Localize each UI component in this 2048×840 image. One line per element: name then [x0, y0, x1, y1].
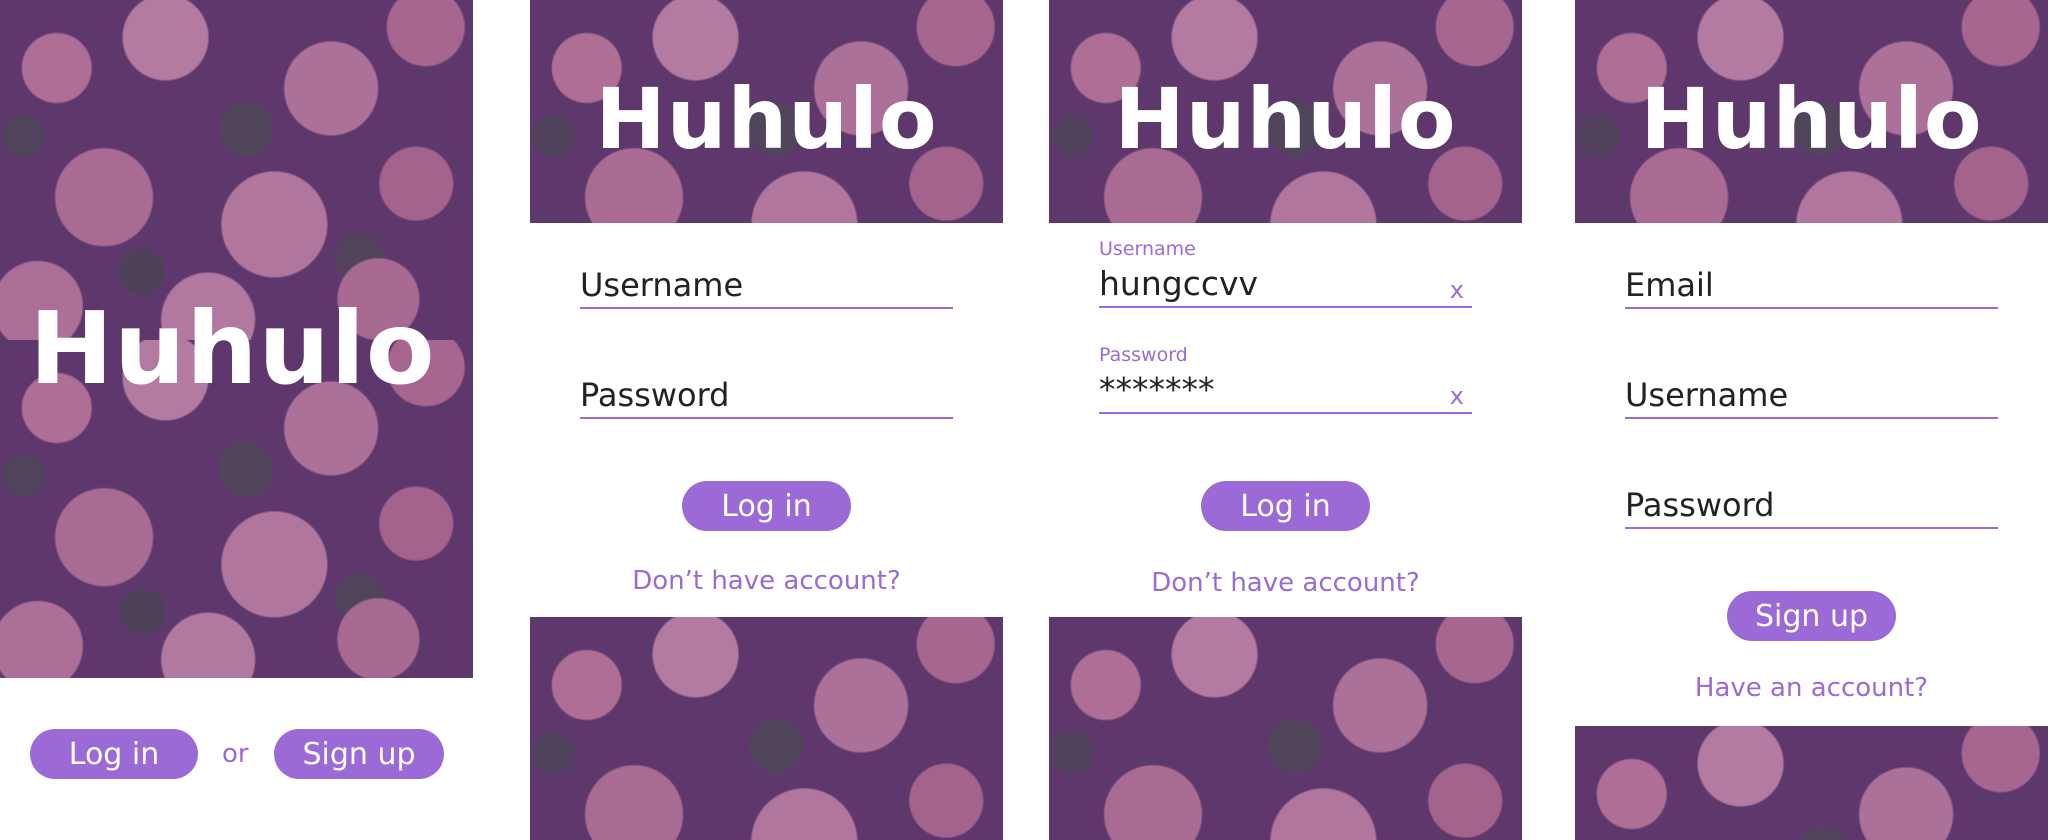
username-placeholder: Username [580, 266, 744, 304]
login-button[interactable]: Log in [1201, 481, 1370, 531]
login-button[interactable]: Log in [682, 481, 851, 531]
password-field[interactable]: Password [580, 375, 953, 419]
login-screen-filled: Huhulo Username hungccvv x Password ****… [1049, 0, 1522, 840]
password-label: Password [1099, 344, 1188, 366]
username-field[interactable]: Username [1625, 375, 1998, 419]
username-field[interactable]: Username hungccvv x [1099, 238, 1472, 308]
footer-background-image [1575, 726, 2048, 840]
password-field[interactable]: Password ******* x [1099, 344, 1472, 414]
app-logo: Huhulo [1114, 70, 1457, 168]
login-screen-empty: Huhulo Username Password Log in Don’t ha… [530, 0, 1003, 840]
no-account-link[interactable]: Don’t have account? [530, 566, 1003, 596]
login-button[interactable]: Log in [30, 729, 198, 779]
email-placeholder: Email [1625, 266, 1714, 304]
email-field[interactable]: Email [1625, 265, 1998, 309]
footer-background-image [530, 617, 1003, 840]
no-account-link[interactable]: Don’t have account? [1049, 568, 1522, 598]
password-value: ******* [1099, 370, 1215, 409]
app-logo: Huhulo [29, 290, 436, 407]
footer-background-image [1049, 617, 1522, 840]
splash-screen: Huhulo Log in or Sign up [0, 0, 473, 840]
username-field[interactable]: Username [580, 265, 953, 309]
clear-password-icon[interactable]: x [1450, 382, 1464, 410]
signup-button[interactable]: Sign up [274, 729, 444, 779]
password-field[interactable]: Password [1625, 485, 1998, 529]
password-placeholder: Password [1625, 486, 1775, 524]
app-logo: Huhulo [1640, 70, 1983, 168]
clear-username-icon[interactable]: x [1450, 276, 1464, 304]
username-label: Username [1099, 238, 1196, 260]
signup-screen: Huhulo Email Username Password Sign up H… [1575, 0, 2048, 840]
username-value: hungccvv [1099, 264, 1259, 303]
have-account-link[interactable]: Have an account? [1575, 673, 2048, 703]
or-text: or [222, 739, 249, 769]
app-logo: Huhulo [595, 70, 938, 168]
password-placeholder: Password [580, 376, 730, 414]
signup-button[interactable]: Sign up [1727, 591, 1896, 641]
username-placeholder: Username [1625, 376, 1789, 414]
